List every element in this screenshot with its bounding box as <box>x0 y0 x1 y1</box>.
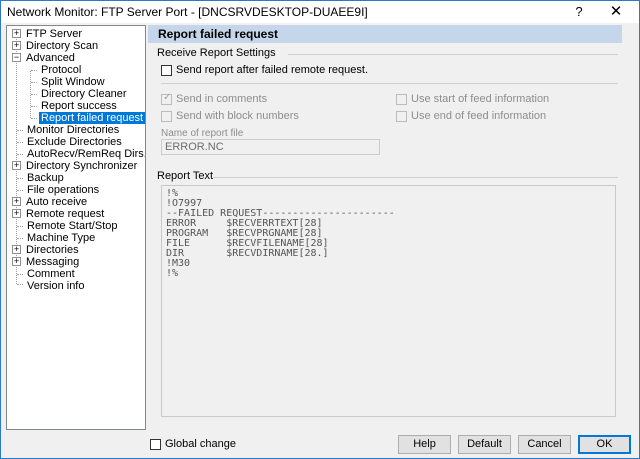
expander-remote-request[interactable]: + <box>12 209 21 218</box>
use-end-feed-label: Use end of feed information <box>411 110 547 122</box>
report-file-input[interactable]: ERROR.NC <box>161 139 380 155</box>
tree-item-exclude-directories[interactable]: Exclude Directories <box>25 136 124 148</box>
tree-connector <box>31 118 37 119</box>
settings-panel: Report failed request Receive Report Set… <box>148 25 622 430</box>
use-start-feed-label: Use start of feed information <box>411 93 550 105</box>
send-in-comments-label: Send in comments <box>176 93 268 105</box>
tree-item-directory-cleaner[interactable]: Directory Cleaner <box>39 88 129 100</box>
tree-item-monitor-directories[interactable]: Monitor Directories <box>25 124 121 136</box>
tree-connector <box>31 82 37 83</box>
tree-item-remote-start-stop[interactable]: Remote Start/Stop <box>25 220 120 232</box>
checkbox-box[interactable] <box>150 439 161 450</box>
tree-connector <box>17 130 23 131</box>
close-button[interactable]: ✕ <box>594 2 638 22</box>
help-title-button[interactable]: ? <box>564 2 594 22</box>
tree-item-report-failed-request[interactable]: Report failed request <box>39 112 145 124</box>
use-start-feed-checkbox[interactable]: Use start of feed information <box>396 93 566 107</box>
tree-item-split-window[interactable]: Split Window <box>39 76 107 88</box>
tree-item-autorecv-dirs[interactable]: AutoRecv/RemReq Dirs. <box>25 148 145 160</box>
panel-title: Report failed request <box>158 27 279 41</box>
receive-settings-group-label: Receive Report Settings <box>157 47 276 59</box>
expander-messaging[interactable]: + <box>12 257 21 266</box>
tree-connector <box>17 142 23 143</box>
tree-item-auto-receive[interactable]: Auto receive <box>24 196 89 208</box>
group-divider <box>161 83 618 84</box>
tree-item-directories[interactable]: Directories <box>24 244 81 256</box>
tree-item-protocol[interactable]: Protocol <box>39 64 83 76</box>
tree-item-messaging[interactable]: Messaging <box>24 256 81 268</box>
send-with-block-numbers-label: Send with block numbers <box>176 110 299 122</box>
default-button[interactable]: Default <box>458 435 511 454</box>
use-end-feed-checkbox[interactable]: Use end of feed information <box>396 110 566 124</box>
settings-tree[interactable]: + FTP Server + Directory Scan − Advanced… <box>6 25 146 430</box>
tree-connector <box>17 154 23 155</box>
tree-item-comment[interactable]: Comment <box>25 268 77 280</box>
tree-item-report-success[interactable]: Report success <box>39 100 119 112</box>
report-text-line: !M30 <box>166 258 191 269</box>
send-in-comments-checkbox[interactable]: Send in comments <box>161 92 281 107</box>
panel-header: Report failed request <box>148 25 622 43</box>
report-text-area[interactable]: !% !O7997 --FAILED REQUEST--------------… <box>161 185 616 417</box>
expander-ftp-server[interactable]: + <box>12 29 21 38</box>
tree-item-directory-scan[interactable]: Directory Scan <box>24 40 100 52</box>
tree-item-version-info[interactable]: Version info <box>25 280 86 292</box>
tree-item-ftp-server[interactable]: FTP Server <box>24 28 84 40</box>
tree-item-remote-request[interactable]: Remote request <box>24 208 106 220</box>
expander-directory-synchronizer[interactable]: + <box>12 161 21 170</box>
tree-connector <box>17 284 23 285</box>
send-with-block-numbers-checkbox[interactable]: Send with block numbers <box>161 110 301 124</box>
global-change-checkbox[interactable]: Global change <box>150 438 240 452</box>
expander-directories[interactable]: + <box>12 245 21 254</box>
checkbox-box[interactable] <box>161 111 172 122</box>
report-text-line: !% <box>166 268 179 279</box>
checkbox-box[interactable] <box>396 94 407 105</box>
checkbox-box[interactable] <box>161 65 172 76</box>
tree-connector <box>17 226 23 227</box>
send-after-failed-label: Send report after failed remote request. <box>176 64 368 76</box>
checkbox-box[interactable] <box>396 111 407 122</box>
tree-connector <box>17 190 23 191</box>
main-window: Network Monitor: FTP Server Port - [DNCS… <box>0 0 640 459</box>
send-after-failed-checkbox[interactable]: Send report after failed remote request. <box>161 64 368 78</box>
report-text-line: DIR $RECVDIRNAME[28.] <box>166 248 329 259</box>
tree-item-backup[interactable]: Backup <box>25 172 66 184</box>
report-text-group-label: Report Text <box>157 170 214 182</box>
tree-connector <box>31 70 37 71</box>
group-divider <box>288 54 618 55</box>
cancel-button[interactable]: Cancel <box>518 435 571 454</box>
tree-connector <box>17 178 23 179</box>
ok-button[interactable]: OK <box>578 435 631 454</box>
global-change-label: Global change <box>165 438 236 450</box>
title-bar: Network Monitor: FTP Server Port - [DNCS… <box>1 1 639 23</box>
tree-item-machine-type[interactable]: Machine Type <box>25 232 97 244</box>
panel-scrollbar[interactable] <box>623 25 636 430</box>
group-divider <box>213 177 618 178</box>
tree-connector <box>31 94 37 95</box>
tree-connector <box>17 238 23 239</box>
report-text-line: !% <box>166 188 179 199</box>
help-button[interactable]: Help <box>398 435 451 454</box>
tree-item-directory-synchronizer[interactable]: Directory Synchronizer <box>24 160 139 172</box>
report-file-label: Name of report file <box>161 128 244 139</box>
tree-item-file-operations[interactable]: File operations <box>25 184 101 196</box>
tree-item-advanced[interactable]: Advanced <box>24 52 77 64</box>
expander-auto-receive[interactable]: + <box>12 197 21 206</box>
checkbox-box[interactable] <box>161 92 172 105</box>
tree-connector <box>17 274 23 275</box>
expander-advanced[interactable]: − <box>12 53 21 62</box>
tree-connector <box>31 106 37 107</box>
window-title: Network Monitor: FTP Server Port - [DNCS… <box>7 5 368 19</box>
expander-directory-scan[interactable]: + <box>12 41 21 50</box>
